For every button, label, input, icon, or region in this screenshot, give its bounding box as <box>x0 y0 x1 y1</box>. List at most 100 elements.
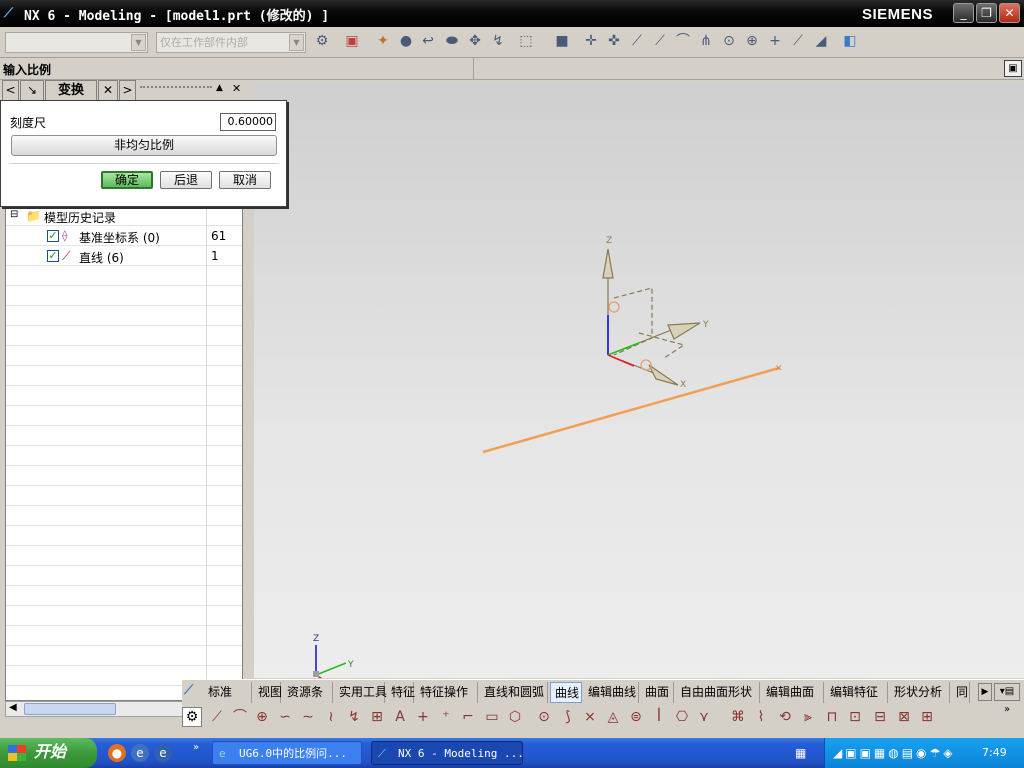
nonuniform-scale-button[interactable]: 非均匀比例 <box>11 135 277 156</box>
solid-box-icon[interactable]: ■ <box>553 32 571 50</box>
collapse-icon[interactable]: ⊟ <box>10 209 18 220</box>
scrollbar-thumb[interactable] <box>24 703 116 715</box>
intersect-icon[interactable]: ⨯ <box>580 707 600 727</box>
fillet-icon[interactable]: ⌐ <box>458 707 478 727</box>
tab-4[interactable]: 特征 <box>387 682 415 703</box>
endpoint-icon[interactable]: ✛ <box>582 32 600 50</box>
browser-icon[interactable]: e <box>154 744 172 762</box>
tab-9[interactable]: 曲面 <box>641 682 674 703</box>
body-icon[interactable]: ⬬ <box>443 32 461 50</box>
fullscreen-icon[interactable]: ▣ <box>1004 60 1022 77</box>
rectangle-icon[interactable]: ▭ <box>482 707 502 727</box>
view-cube-icon[interactable]: ◧ <box>841 32 859 50</box>
tab-14[interactable]: 同 <box>952 682 970 703</box>
line-curve[interactable] <box>482 366 780 454</box>
xyz-icon[interactable]: ꟾ <box>649 707 669 727</box>
tab-13[interactable]: 形状分析 <box>890 682 950 703</box>
close-button[interactable]: ✕ <box>999 3 1020 23</box>
existing-point-icon[interactable]: + <box>766 32 784 50</box>
scale-input[interactable]: 0.60000 <box>220 113 276 131</box>
tab-prev-icon[interactable]: < <box>2 80 19 101</box>
datum-csys[interactable] <box>602 248 701 386</box>
tab-menu-icon[interactable]: ▾▤ <box>994 683 1020 701</box>
ok-button[interactable]: 确定 <box>101 171 153 189</box>
spline-icon[interactable]: ∼ <box>298 707 318 727</box>
split-icon[interactable]: ⟲ <box>775 707 795 727</box>
snap-icon[interactable]: ⁺ <box>436 707 456 727</box>
edge-icon[interactable]: ↯ <box>489 32 507 50</box>
tree-row-root[interactable]: ⊟ 📁 模型历史记录 <box>6 206 242 226</box>
collapse-icon[interactable]: ▲ <box>216 83 223 93</box>
tray-icons[interactable]: ◢▣▣▦◍▤◉☂◈ <box>833 746 956 760</box>
point-on-curve-icon[interactable]: ⟋ <box>789 32 807 50</box>
tab-8[interactable]: 编辑曲线 <box>584 682 639 703</box>
control-point-icon[interactable]: ⟋ <box>651 32 669 50</box>
type-filter-combo[interactable]: ▼ <box>5 32 148 53</box>
firefox-icon[interactable]: ● <box>108 744 126 762</box>
line-snap-icon[interactable]: ⟋ <box>628 32 646 50</box>
trim-icon[interactable]: ⌘ <box>728 707 748 727</box>
studio-spline-icon[interactable]: ≀ <box>321 707 341 727</box>
tab-next-icon[interactable]: > <box>119 80 136 101</box>
project-icon[interactable]: ◬ <box>603 707 623 727</box>
ellipse-icon[interactable]: ⊙ <box>534 707 554 727</box>
point-on-face-icon[interactable]: ◢ <box>812 32 830 50</box>
section-icon[interactable]: ⊜ <box>626 707 646 727</box>
extract-icon[interactable]: ⊟ <box>870 707 890 727</box>
isoparametric-icon[interactable]: ⊡ <box>845 707 865 727</box>
tab-0[interactable]: 标准 <box>204 682 252 703</box>
close-icon[interactable]: ✕ <box>232 82 241 95</box>
helix-icon[interactable]: ↯ <box>344 707 364 727</box>
tab-5[interactable]: 特征操作 <box>416 682 478 703</box>
more-icon[interactable]: » <box>1004 704 1010 715</box>
quadrant-icon[interactable]: ⊕ <box>743 32 761 50</box>
task-nx[interactable]: ⟋ NX 6 - Modeling ... <box>371 741 523 765</box>
text-icon[interactable]: A <box>390 707 410 727</box>
select-mode-icon[interactable]: ▣ <box>343 32 361 50</box>
task-browser[interactable]: e UG6.0中的比例问... <box>212 741 362 765</box>
join-icon[interactable]: ⋎ <box>694 707 714 727</box>
face-icon[interactable]: ✥ <box>466 32 484 50</box>
plus-icon[interactable]: + <box>413 707 433 727</box>
mirror-icon[interactable]: ⊞ <box>917 707 937 727</box>
tab-11[interactable]: 编辑曲面 <box>762 682 824 703</box>
visibility-checkbox[interactable]: ✓ <box>47 250 59 262</box>
rectangle-select-icon[interactable]: ⬚ <box>517 32 535 50</box>
tab-close-icon[interactable]: ✕ <box>98 80 118 101</box>
filter-icon[interactable]: ⚙ <box>313 32 331 50</box>
intersection-icon[interactable]: ⋔ <box>697 32 715 50</box>
selection-scope-combo[interactable]: 仅在工作部件内部 ▼ <box>156 32 306 53</box>
offset-icon[interactable]: ⊞ <box>367 707 387 727</box>
restore-button[interactable]: ❐ <box>976 3 997 23</box>
bridge-icon[interactable]: ⟆ <box>558 707 578 727</box>
start-button[interactable]: 开始 <box>0 738 97 768</box>
visibility-checkbox[interactable]: ✓ <box>47 230 59 242</box>
point-set-icon[interactable]: ∽ <box>275 707 295 727</box>
pin-icon[interactable]: ↘ <box>20 80 44 101</box>
tab-7[interactable]: 曲线 <box>550 682 582 703</box>
curve-rule-icon[interactable]: ● <box>397 32 415 50</box>
undo-icon[interactable]: ↩ <box>419 32 437 50</box>
drag-grip[interactable] <box>140 86 212 88</box>
more-icon[interactable]: » <box>193 742 199 753</box>
ie-shortcut-icon[interactable]: e <box>131 744 149 762</box>
tree-row-datum-csys[interactable]: ✓ ⟠ 基准坐标系 (0) 61 <box>6 226 242 246</box>
line-icon[interactable]: ⟋ <box>207 707 227 727</box>
tab-2[interactable]: 资源条 <box>283 682 333 703</box>
tree-row-line[interactable]: ✓ ⟋ 直线 (6) 1 <box>6 246 242 266</box>
polygon-icon[interactable]: ⬡ <box>505 707 525 727</box>
combine-icon[interactable]: ⊠ <box>894 707 914 727</box>
tab-12[interactable]: 编辑特征 <box>826 682 888 703</box>
tab-3[interactable]: 实用工具 <box>335 682 387 703</box>
scroll-left-icon[interactable]: ◀ <box>9 702 17 713</box>
offset-curve-icon[interactable]: ⫸ <box>798 707 818 727</box>
snap-point-icon[interactable]: ✦ <box>374 32 392 50</box>
minimize-button[interactable]: _ <box>953 3 974 23</box>
graphics-window[interactable]: ✕ Z Y X Z Y <box>254 83 1024 678</box>
arc-snap-icon[interactable]: ⌒ <box>674 32 692 50</box>
back-button[interactable]: 后退 <box>160 171 212 189</box>
point-icon[interactable]: ⊕ <box>252 707 272 727</box>
cancel-button[interactable]: 取消 <box>219 171 271 189</box>
arc-icon[interactable]: ⌒ <box>230 707 250 727</box>
wrap-icon[interactable]: ⎔ <box>672 707 692 727</box>
